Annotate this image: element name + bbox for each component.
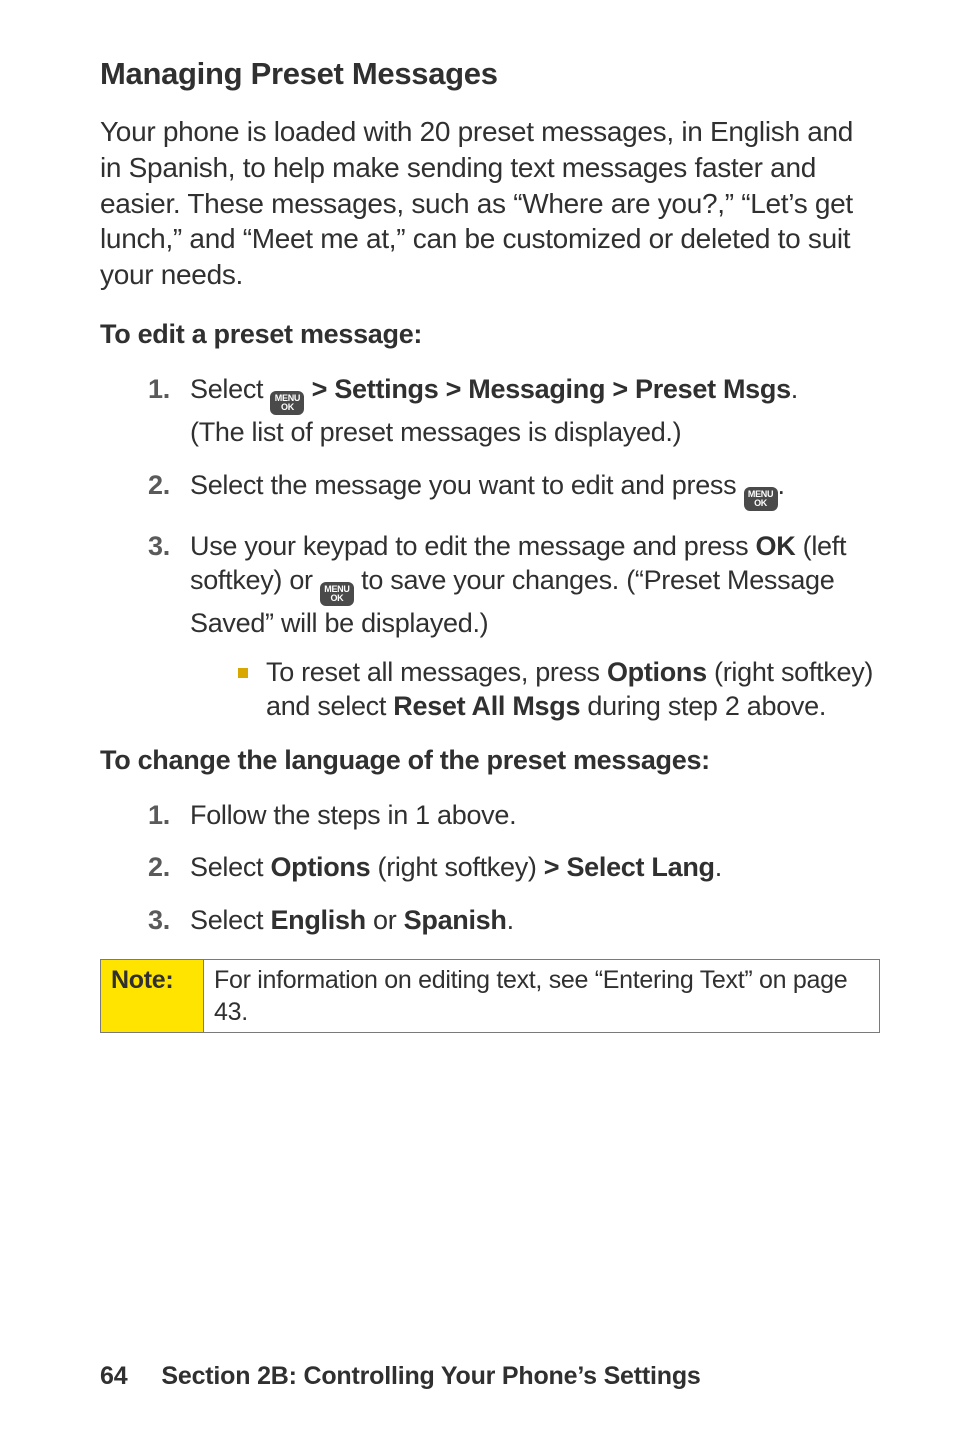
note-text: For information on editing text, see “En…: [204, 960, 880, 1033]
page: Managing Preset Messages Your phone is l…: [0, 0, 954, 1431]
sub-bullet-list: To reset all messages, press Options (ri…: [190, 655, 880, 723]
spanish-label: Spanish: [404, 905, 507, 935]
or-text: or: [366, 905, 404, 935]
step-number: 3.: [148, 903, 170, 938]
sub-bullet-item: To reset all messages, press Options (ri…: [238, 655, 880, 723]
menu-path: > Settings > Messaging > Preset Msgs: [304, 374, 790, 404]
page-footer: 64 Section 2B: Controlling Your Phone’s S…: [100, 1362, 701, 1391]
steps-edit: 1. Select MENUOK > Settings > Messaging …: [100, 372, 880, 723]
options-label: Options: [607, 657, 707, 687]
english-label: English: [270, 905, 365, 935]
step-text: Use your keypad to edit the message and …: [190, 531, 756, 561]
step-number: 1.: [148, 372, 170, 407]
subheading-edit: To edit a preset message:: [100, 319, 880, 350]
intro-paragraph: Your phone is loaded with 20 preset mess…: [100, 114, 880, 293]
options-label: Options: [270, 852, 370, 882]
menu-ok-icon: MENUOK: [744, 487, 778, 511]
ok-label: OK: [756, 531, 796, 561]
step-3: 3. Use your keypad to edit the message a…: [148, 529, 880, 723]
step-text: Select the message you want to edit and …: [190, 470, 744, 500]
step-1: 1. Follow the steps in 1 above.: [148, 798, 880, 833]
reset-label: Reset All Msgs: [393, 691, 580, 721]
step-2: 2. Select the message you want to edit a…: [148, 468, 880, 511]
step-1: 1. Select MENUOK > Settings > Messaging …: [148, 372, 880, 450]
subheading-lang: To change the language of the preset mes…: [100, 745, 880, 776]
section-title: Section 2B: Controlling Your Phone’s Set…: [161, 1362, 700, 1390]
bullet-pre: To reset all messages, press: [266, 657, 607, 687]
step-2: 2. Select Options (right softkey) > Sele…: [148, 850, 880, 885]
step-mid: (right softkey): [370, 852, 543, 882]
step-number: 1.: [148, 798, 170, 833]
bullet-post: during step 2 above.: [580, 691, 826, 721]
step-number: 2.: [148, 850, 170, 885]
step-number: 2.: [148, 468, 170, 503]
select-lang-label: > Select Lang: [544, 852, 715, 882]
page-number: 64: [100, 1362, 127, 1390]
step-3: 3. Select English or Spanish.: [148, 903, 880, 938]
period: .: [791, 374, 798, 404]
step-number: 3.: [148, 529, 170, 564]
step-post: .: [507, 905, 514, 935]
steps-lang: 1. Follow the steps in 1 above. 2. Selec…: [100, 798, 880, 938]
note-box: Note: For information on editing text, s…: [100, 959, 880, 1033]
menu-ok-icon: MENUOK: [320, 582, 354, 606]
note-label: Note:: [101, 960, 204, 1033]
step-post: .: [778, 470, 785, 500]
step-post: .: [715, 852, 722, 882]
step-pre: Select: [190, 905, 270, 935]
step-text: Select: [190, 374, 270, 404]
step-note: (The list of preset messages is displaye…: [190, 417, 681, 447]
step-text: Follow the steps in 1 above.: [190, 800, 516, 830]
menu-ok-icon: MENUOK: [270, 391, 304, 415]
page-heading: Managing Preset Messages: [100, 56, 880, 92]
step-pre: Select: [190, 852, 270, 882]
